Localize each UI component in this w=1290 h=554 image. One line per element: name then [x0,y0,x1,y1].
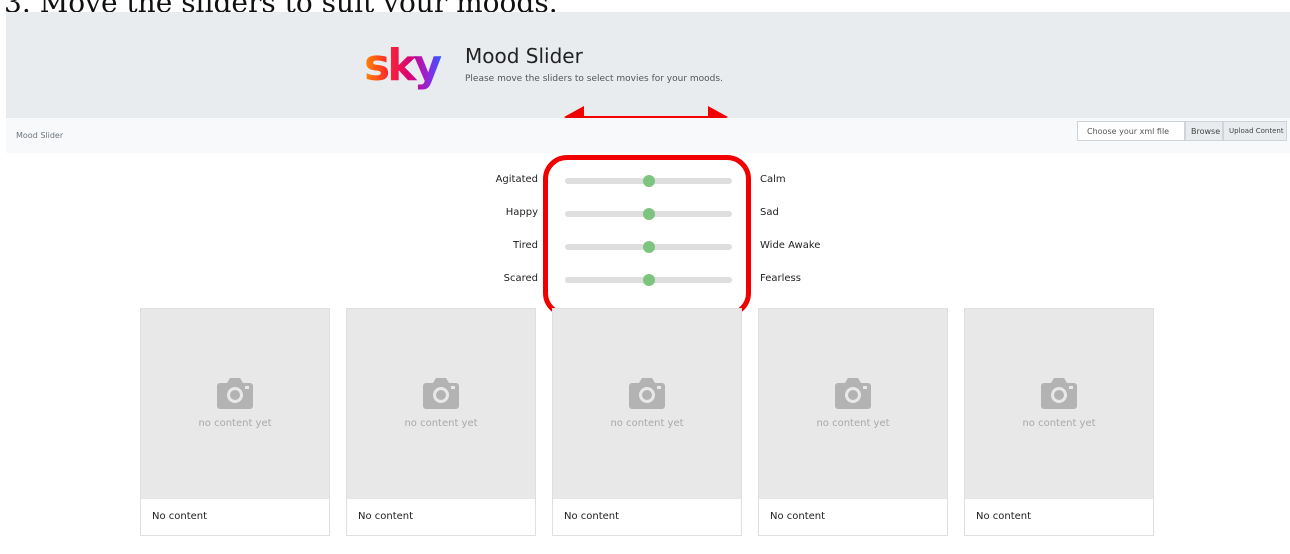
slider-label-right: Sad [760,207,779,218]
card-footer-text: No content [358,511,414,522]
upload-content-button[interactable]: Upload Content [1223,121,1287,141]
browse-button[interactable]: Browse [1185,121,1223,141]
movie-card[interactable]: no content yet No content [758,308,948,536]
movie-card[interactable]: no content yet No content [552,308,742,536]
card-placeholder-text: no content yet [816,418,890,429]
slider-label-left: Tired [513,240,538,251]
page-title: Mood Slider [465,44,583,68]
logo-text: sky [364,40,441,91]
card-footer-text: No content [976,511,1032,522]
navbar: Mood Slider Choose your xml file Browse … [6,118,1290,153]
card-placeholder-text: no content yet [1022,418,1096,429]
xml-file-input[interactable]: Choose your xml file [1077,121,1185,141]
card-image-placeholder: no content yet [553,309,741,499]
card-image-placeholder: no content yet [141,309,329,499]
camera-icon [629,378,665,409]
card-footer-text: No content [564,511,620,522]
slider-label-right: Wide Awake [760,240,821,251]
navbar-brand[interactable]: Mood Slider [16,131,63,140]
camera-icon [217,378,253,409]
card-placeholder-text: no content yet [610,418,684,429]
card-image-placeholder: no content yet [965,309,1153,499]
card-image-placeholder: no content yet [347,309,535,499]
camera-icon [1041,378,1077,409]
card-footer-text: No content [770,511,826,522]
slider-label-right: Fearless [760,273,801,284]
slider-label-left: Scared [503,273,538,284]
page-subtitle: Please move the sliders to select movies… [465,74,723,84]
camera-icon [835,378,871,409]
card-placeholder-text: no content yet [198,418,272,429]
slider-label-left: Happy [505,207,538,218]
card-placeholder-text: no content yet [404,418,478,429]
sliders-highlight-annotation [543,155,751,317]
sky-logo: sky [364,40,444,91]
slider-label-left: Agitated [495,174,538,185]
movie-card[interactable]: no content yet No content [140,308,330,536]
movie-card[interactable]: no content yet No content [346,308,536,536]
card-footer-text: No content [152,511,208,522]
camera-icon [423,378,459,409]
slider-label-right: Calm [760,174,786,185]
movie-card[interactable]: no content yet No content [964,308,1154,536]
card-image-placeholder: no content yet [759,309,947,499]
